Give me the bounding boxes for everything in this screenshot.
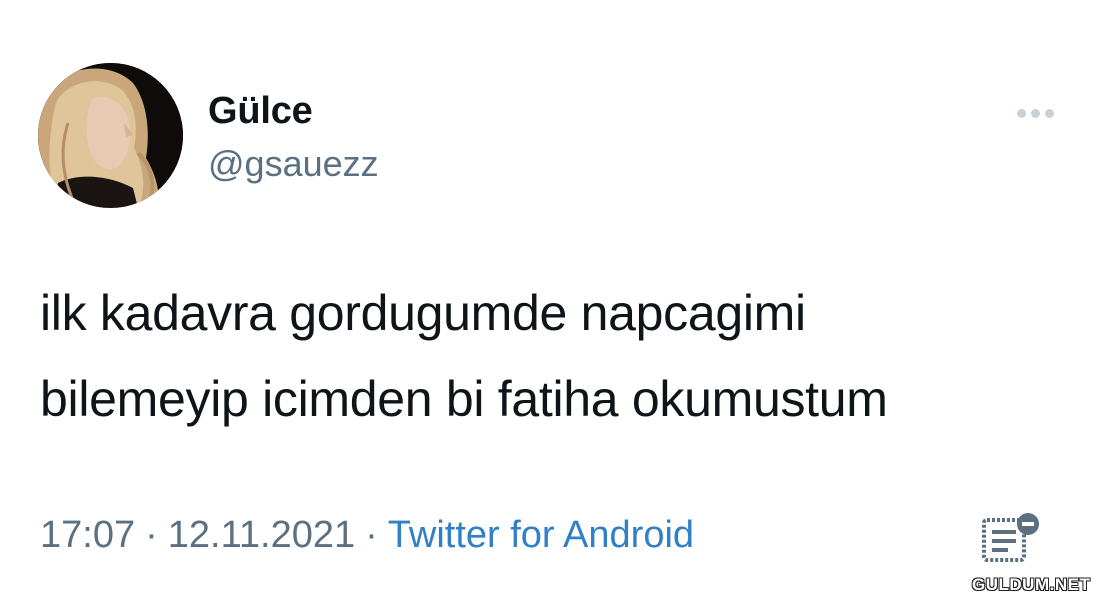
tweet-date[interactable]: 12.11.2021 — [168, 514, 355, 556]
author-display-name[interactable]: Gülce — [208, 90, 313, 133]
tweet-meta: 17:07 · 12.11.2021 · Twitter for Android — [40, 514, 694, 557]
more-options-button[interactable] — [1008, 98, 1062, 128]
meta-separator: · — [365, 514, 378, 556]
profile-photo-icon — [38, 63, 183, 208]
author-handle[interactable]: @gsauezz — [208, 143, 379, 185]
tweet-text-line: bilemeyip icimden bi fatiha okumustum — [40, 371, 888, 427]
tweet-time[interactable]: 17:07 — [40, 514, 135, 556]
tweet-text: ilk kadavra gordugumde napcagimi bilemey… — [40, 270, 1080, 442]
tweet-text-line: ilk kadavra gordugumde napcagimi — [40, 285, 806, 341]
meta-separator: · — [145, 514, 158, 556]
watermark: GULDUM.NET — [972, 575, 1091, 594]
analytics-icon[interactable] — [980, 512, 1042, 566]
tweet-card: Gülce @gsauezz ilk kadavra gordugumde na… — [0, 0, 1100, 597]
more-horizontal-icon — [1016, 108, 1026, 118]
avatar[interactable] — [38, 63, 183, 208]
tweet-source-link[interactable]: Twitter for Android — [388, 514, 694, 556]
